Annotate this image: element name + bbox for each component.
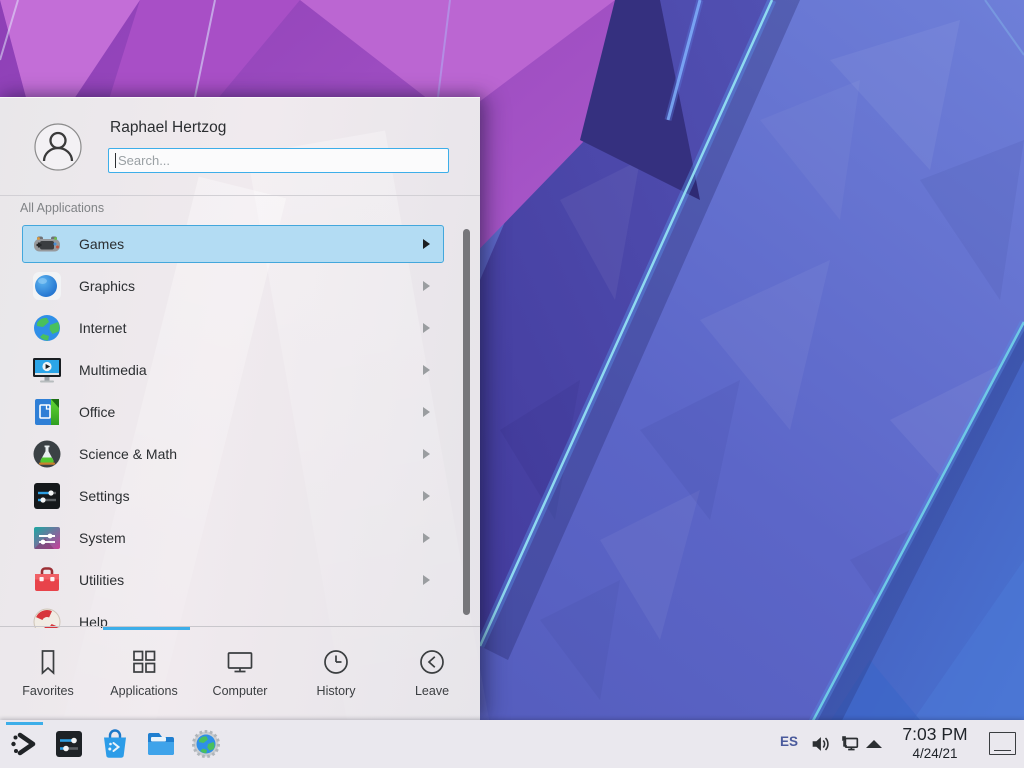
active-tab-indicator — [103, 627, 190, 630]
system-settings-button[interactable] — [53, 728, 85, 760]
system-icon — [31, 522, 63, 554]
graphics-icon — [31, 270, 63, 302]
desktop: Raphael Hertzog All Applications — [0, 0, 1024, 768]
search-field-wrap — [108, 148, 449, 173]
utilities-icon — [31, 564, 63, 596]
discover-button[interactable] — [99, 728, 131, 760]
settings-icon — [31, 480, 63, 512]
system-settings-icon — [53, 728, 85, 760]
header-divider — [0, 195, 480, 196]
search-input[interactable] — [108, 148, 449, 173]
menu-item-label: Graphics — [79, 278, 135, 294]
text-caret — [115, 153, 116, 168]
science-icon — [31, 438, 63, 470]
submenu-arrow-icon — [423, 533, 430, 543]
internet-icon — [31, 312, 63, 344]
tab-label: History — [317, 684, 356, 698]
application-launcher-popup: Raphael Hertzog All Applications — [0, 97, 480, 720]
applications-icon — [129, 647, 159, 677]
tab-label: Computer — [213, 684, 268, 698]
submenu-arrow-icon — [423, 239, 430, 249]
menu-item-utilities[interactable]: Utilities — [22, 561, 444, 599]
favorites-icon — [33, 647, 63, 677]
submenu-arrow-icon — [423, 449, 430, 459]
submenu-arrow-icon — [423, 281, 430, 291]
menu-item-label: System — [79, 530, 126, 546]
digital-clock[interactable]: 7:03 PM 4/24/21 — [892, 724, 978, 761]
clock-date: 4/24/21 — [892, 746, 978, 761]
menu-item-games[interactable]: Games — [22, 225, 444, 263]
history-icon — [321, 647, 351, 677]
keyboard-layout-indicator[interactable]: ES — [780, 734, 798, 749]
application-launcher-button[interactable] — [8, 728, 40, 760]
tab-label: Leave — [415, 684, 449, 698]
taskbar-panel: ES 7:03 PM 4/24/21 — [0, 720, 1024, 768]
applications-list: Games Graphics — [0, 225, 480, 628]
dolphin-folder-icon — [145, 728, 177, 760]
submenu-arrow-icon — [423, 323, 430, 333]
help-icon — [31, 606, 63, 628]
globe-browser-icon — [190, 728, 222, 760]
tab-computer[interactable]: Computer — [192, 627, 288, 721]
network-button[interactable] — [839, 733, 861, 755]
show-desktop-button[interactable] — [989, 732, 1016, 755]
user-name: Raphael Hertzog — [110, 119, 226, 137]
tab-leave[interactable]: Leave — [384, 627, 480, 721]
computer-icon — [225, 647, 255, 677]
menu-item-help[interactable]: Help — [22, 603, 444, 628]
menu-item-office[interactable]: Office — [22, 393, 444, 431]
submenu-arrow-icon — [423, 407, 430, 417]
tab-label: Applications — [110, 684, 177, 698]
kickoff-icon — [8, 728, 40, 760]
section-label: All Applications — [20, 201, 104, 215]
menu-item-system[interactable]: System — [22, 519, 444, 557]
volume-button[interactable] — [809, 733, 831, 755]
submenu-arrow-icon — [423, 491, 430, 501]
submenu-arrow-icon — [423, 575, 430, 585]
launcher-active-indicator — [6, 722, 43, 725]
tab-favorites[interactable]: Favorites — [0, 627, 96, 721]
menu-item-label: Internet — [79, 320, 126, 336]
menu-item-multimedia[interactable]: Multimedia — [22, 351, 444, 389]
menu-item-label: Settings — [79, 488, 130, 504]
menu-item-label: Multimedia — [79, 362, 147, 378]
menu-item-label: Utilities — [79, 572, 124, 588]
desktop-rect-icon — [994, 750, 1011, 752]
launcher-tabbar: Favorites Applications — [0, 626, 480, 721]
menu-item-graphics[interactable]: Graphics — [22, 267, 444, 305]
file-manager-button[interactable] — [145, 728, 177, 760]
clock-time: 7:03 PM — [892, 724, 978, 745]
multimedia-icon — [31, 354, 63, 386]
menu-item-science-math[interactable]: Science & Math — [22, 435, 444, 473]
network-icon — [839, 733, 861, 755]
leave-icon — [417, 647, 447, 677]
games-icon — [31, 228, 63, 260]
web-browser-button[interactable] — [190, 728, 222, 760]
volume-icon — [809, 733, 831, 755]
tab-label: Favorites — [22, 684, 73, 698]
tab-history[interactable]: History — [288, 627, 384, 721]
submenu-arrow-icon — [423, 365, 430, 375]
menu-item-label: Science & Math — [79, 446, 177, 462]
menu-item-label: Office — [79, 404, 115, 420]
menu-item-settings[interactable]: Settings — [22, 477, 444, 515]
user-avatar[interactable] — [34, 123, 82, 171]
list-scrollbar[interactable] — [463, 229, 470, 615]
menu-item-label: Games — [79, 236, 124, 252]
menu-item-internet[interactable]: Internet — [22, 309, 444, 347]
expand-tray-icon[interactable] — [866, 740, 882, 748]
discover-icon — [99, 728, 131, 760]
tab-applications[interactable]: Applications — [96, 627, 192, 721]
office-icon — [31, 396, 63, 428]
